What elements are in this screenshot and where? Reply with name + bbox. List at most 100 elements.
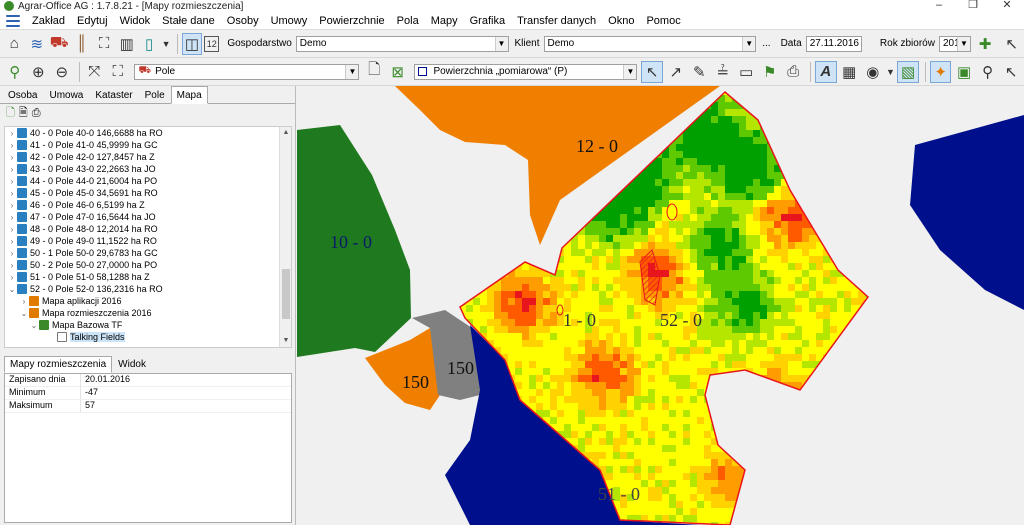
phone-icon[interactable]: ▯ <box>139 33 159 55</box>
expand-chevron-icon[interactable]: › <box>7 237 17 246</box>
print-icon[interactable]: ⎙ <box>32 107 41 120</box>
tab-widok[interactable]: Widok <box>112 356 152 372</box>
edit-field-icon[interactable]: ✦ <box>929 60 952 83</box>
tree-item[interactable]: ⌄ 52 - 0 Pole 52-0 136,2316 ha RO <box>5 283 291 295</box>
add-note-icon[interactable]: ▣ <box>953 61 975 83</box>
flag-icon[interactable]: ⚑ <box>759 61 781 83</box>
new-file-icon[interactable]: 🗋 <box>6 104 15 123</box>
menu-stale-dane[interactable]: Stałe dane <box>156 12 221 30</box>
expand-chevron-icon[interactable]: › <box>7 189 17 198</box>
expand-chevron-icon[interactable]: › <box>7 165 17 174</box>
print-icon[interactable]: ⎙ <box>782 61 804 83</box>
select-pointer-icon[interactable]: ↖ <box>641 60 663 83</box>
tree-item[interactable]: › 40 - 0 Pole 40-0 146,6688 ha RO <box>5 127 291 139</box>
tree-item[interactable]: › 47 - 0 Pole 47-0 16,5644 ha JO <box>5 211 291 223</box>
scroll-up-icon[interactable]: ▲ <box>280 127 291 139</box>
klient-select[interactable]: Demo ▼ <box>543 35 757 52</box>
restore-button[interactable]: ❐ <box>956 0 990 11</box>
tab-mapy-rozmieszczenia[interactable]: Mapy rozmieszczenia <box>4 356 113 373</box>
tree-item[interactable]: › 44 - 0 Pole 44-0 21,6004 ha PO <box>5 175 291 187</box>
menu-powierzchnie[interactable]: Powierzchnie <box>313 12 390 30</box>
tree-item[interactable]: › 42 - 0 Pole 42-0 127,8457 ha Z <box>5 151 291 163</box>
menu-grafika[interactable]: Grafika <box>464 12 511 30</box>
zoom-out-icon[interactable]: ⊖ <box>51 61 73 83</box>
menu-mapy[interactable]: Mapy <box>425 12 464 30</box>
chevron-down-icon[interactable]: ▼ <box>494 36 508 51</box>
fit-extent-icon[interactable]: ⤧ <box>83 61 105 83</box>
expand-chevron-icon[interactable]: › <box>7 153 17 162</box>
app-logo-icon[interactable] <box>6 14 20 27</box>
expand-chevron-icon[interactable]: ⌄ <box>29 321 39 330</box>
expand-chevron-icon[interactable]: › <box>7 141 17 150</box>
date-field[interactable]: 27.11.2016 <box>805 35 862 52</box>
tree-item[interactable]: › 49 - 0 Pole 49-0 11,1522 ha RO <box>5 235 291 247</box>
close-button[interactable]: ✕ <box>990 0 1024 11</box>
tab-pole[interactable]: Pole <box>139 86 171 103</box>
rok-zbiorow-select[interactable]: 2016 ▼ <box>938 35 971 52</box>
expand-chevron-icon[interactable]: › <box>7 129 17 138</box>
new-document-icon[interactable]: 🗋 <box>363 61 385 83</box>
chevron-down-icon[interactable]: ▼ <box>623 64 637 79</box>
barcode-icon[interactable]: ▥ <box>116 33 136 55</box>
delete-document-icon[interactable]: ⊠ <box>387 61 409 83</box>
map-canvas[interactable]: 12 - 0 10 - 0 52 - 0 1 - 0 150 150 51 - … <box>297 86 1024 525</box>
klient-more-button[interactable]: ... <box>762 38 770 49</box>
expand-chevron-icon[interactable]: › <box>7 225 17 234</box>
menu-zaklad[interactable]: Zakład <box>26 12 71 30</box>
menu-edytuj[interactable]: Edytuj <box>71 12 114 30</box>
tree-item[interactable]: › 46 - 0 Pole 46-0 6,5199 ha Z <box>5 199 291 211</box>
layer-select[interactable]: ⛟ Pole ▼ <box>134 63 360 80</box>
globe-icon[interactable]: ◉ <box>862 61 884 83</box>
minimize-button[interactable]: – <box>922 0 956 11</box>
tree-item[interactable]: ⌄ Mapa Bazowa TF <box>5 319 291 331</box>
tab-umowa[interactable]: Umowa <box>43 86 89 103</box>
add-icon[interactable]: ✚ <box>975 33 995 55</box>
chevron-down-icon[interactable]: ▼ <box>742 36 756 51</box>
expand-chevron-icon[interactable]: › <box>7 213 17 222</box>
home-icon[interactable]: ⌂ <box>4 33 24 55</box>
menu-pomoc[interactable]: Pomoc <box>640 12 686 30</box>
tab-mapa[interactable]: Mapa <box>170 86 208 104</box>
books-icon[interactable]: ║ <box>71 33 91 55</box>
field-right-polygon[interactable] <box>910 115 1024 310</box>
tree-item[interactable]: › 45 - 0 Pole 45-0 34,5691 ha RO <box>5 187 291 199</box>
expand-chevron-icon[interactable]: ⌄ <box>19 309 29 318</box>
menu-transfer-danych[interactable]: Transfer danych <box>511 12 602 30</box>
tab-kataster[interactable]: Kataster <box>89 86 138 103</box>
edit-file-icon[interactable]: 🗎 <box>19 104 28 123</box>
machine-icon[interactable]: ⛶ <box>94 33 114 55</box>
grid-icon[interactable]: ▦ <box>839 61 861 83</box>
expand-chevron-icon[interactable]: › <box>7 201 17 210</box>
tree-item[interactable]: › Mapa aplikacji 2016 <box>5 295 291 307</box>
tree-item[interactable]: ⌄ Mapa rozmieszczenia 2016 <box>5 307 291 319</box>
menu-umowy[interactable]: Umowy <box>265 12 314 30</box>
layers-icon[interactable]: ≋ <box>26 33 46 55</box>
scroll-down-icon[interactable]: ▼ <box>280 335 291 347</box>
expand-chevron-icon[interactable]: › <box>7 177 17 186</box>
surface-select[interactable]: Powierzchnia „pomiarowa“ (P) ▼ <box>414 63 638 80</box>
tree-item[interactable]: › 41 - 0 Pole 41-0 45,9999 ha GC <box>5 139 291 151</box>
panel-view-icon[interactable]: ◫ <box>181 32 203 55</box>
pointer-help-icon[interactable]: ↖ <box>1001 33 1021 55</box>
pointer-icon[interactable]: ↖ <box>1000 61 1022 83</box>
menu-okno[interactable]: Okno <box>602 12 640 30</box>
expand-chevron-icon[interactable]: ⌄ <box>7 285 17 294</box>
tractor-icon[interactable]: ⛟ <box>49 33 69 55</box>
tree-scrollbar[interactable]: ▲ ▼ <box>279 127 291 347</box>
expand-chevron-icon[interactable]: › <box>19 297 29 306</box>
tree-item[interactable]: › 43 - 0 Pole 43-0 22,2663 ha JO <box>5 163 291 175</box>
chevron-down-icon[interactable]: ▼ <box>956 36 970 51</box>
tree-item[interactable]: Talking Fields <box>5 331 291 343</box>
tree-item[interactable]: › 48 - 0 Pole 48-0 12,2014 ha RO <box>5 223 291 235</box>
menu-osoby[interactable]: Osoby <box>221 12 265 30</box>
menu-pola[interactable]: Pola <box>391 12 425 30</box>
location-pin-icon[interactable]: ⚲ <box>977 61 999 83</box>
menu-widok[interactable]: Widok <box>114 12 157 30</box>
label-text-icon[interactable]: A <box>814 60 837 83</box>
move-pointer-icon[interactable]: ↗ <box>665 61 687 83</box>
tree-item[interactable]: › 50 - 2 Pole 50-0 27,0000 ha PO <box>5 259 291 271</box>
chevron-down-icon[interactable]: ▼ <box>345 64 359 79</box>
expand-icon[interactable]: ⛶ <box>107 61 129 83</box>
measure-icon[interactable]: ≟ <box>712 61 734 83</box>
tab-osoba[interactable]: Osoba <box>2 86 43 103</box>
